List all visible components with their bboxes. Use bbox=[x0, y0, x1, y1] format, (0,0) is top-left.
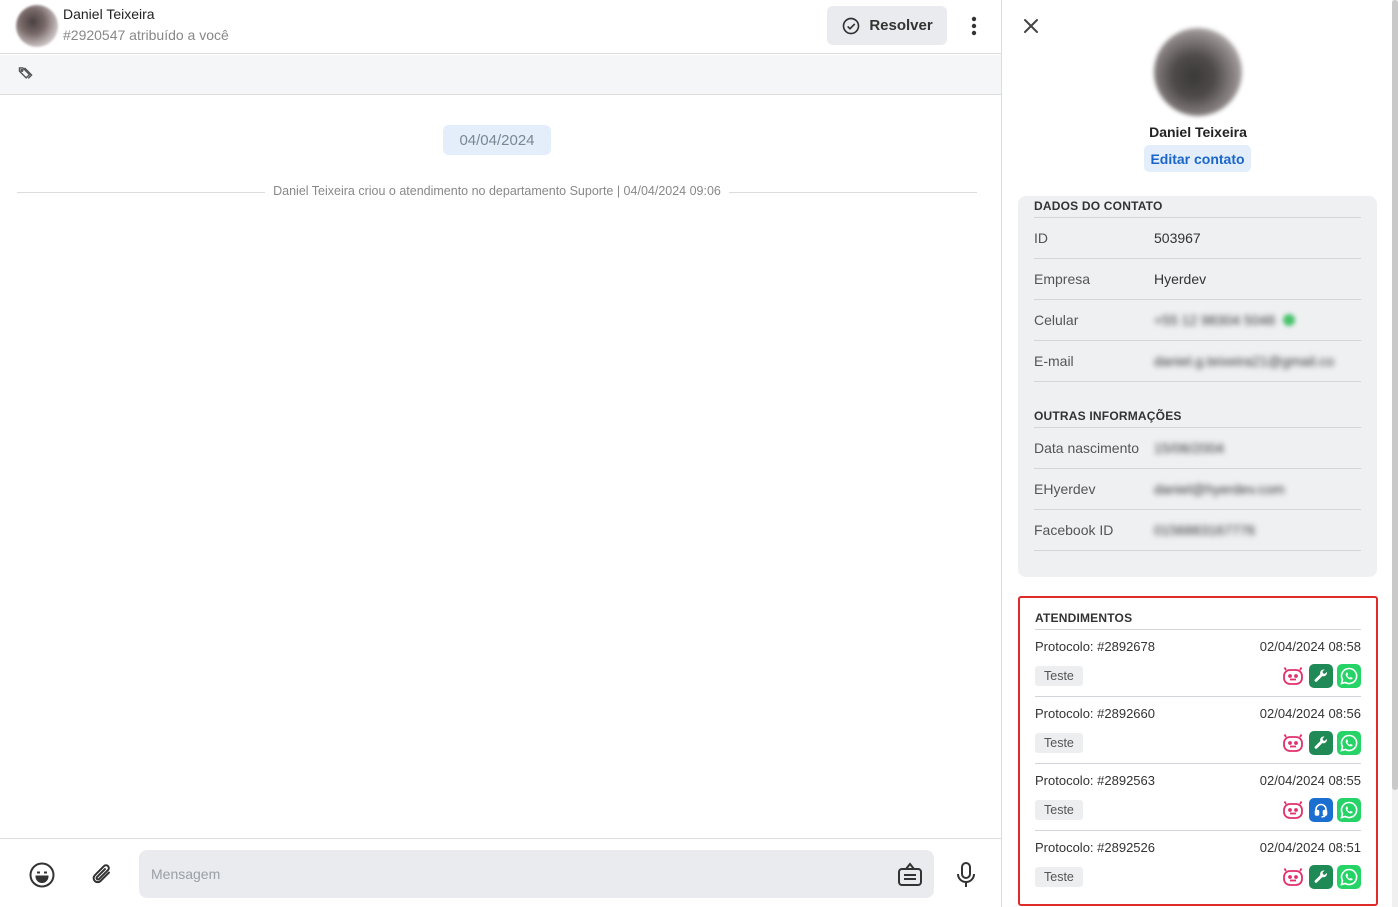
headset-icon bbox=[1309, 798, 1333, 822]
department-badge: Teste bbox=[1035, 733, 1083, 753]
atendimento-item[interactable]: Protocolo: #2892526 02/04/2024 08:51 Tes… bbox=[1035, 831, 1361, 898]
detail-row-facebook-id: Facebook ID 0156883167776 bbox=[1034, 510, 1361, 551]
message-list: 04/04/2024 Daniel Teixeira criou o atend… bbox=[0, 96, 1001, 838]
message-input[interactable] bbox=[139, 850, 934, 898]
detail-label: EHyerdev bbox=[1034, 481, 1096, 497]
contact-name: Daniel Teixeira bbox=[63, 6, 155, 22]
atendimentos-section: ATENDIMENTOS Protocolo: #2892678 02/04/2… bbox=[1018, 596, 1378, 906]
atendimento-icons bbox=[1281, 798, 1361, 822]
panel-scrollbar[interactable] bbox=[1392, 0, 1398, 907]
section-title-atendimentos: ATENDIMENTOS bbox=[1035, 598, 1361, 630]
tags-bar bbox=[0, 55, 1001, 95]
edit-contact-button[interactable]: Editar contato bbox=[1144, 145, 1251, 172]
detail-value-obscured: +55 12 98304 5048 bbox=[1154, 312, 1276, 328]
ticket-assignment: #2920547 atribuído a você bbox=[63, 27, 229, 43]
detail-row-email: E-mail daniel.g.teixeira21@gmail.co bbox=[1034, 341, 1361, 382]
close-icon[interactable] bbox=[1021, 16, 1041, 36]
atendimento-icons bbox=[1281, 664, 1361, 688]
detail-value: Hyerdev bbox=[1154, 271, 1207, 287]
wrench-icon bbox=[1309, 731, 1333, 755]
contact-avatar[interactable] bbox=[16, 5, 58, 47]
emoji-icon[interactable] bbox=[28, 861, 56, 889]
composer bbox=[0, 838, 1001, 907]
section-title-dados: DADOS DO CONTATO bbox=[1034, 196, 1361, 218]
department-badge: Teste bbox=[1035, 800, 1083, 820]
system-message-text: Daniel Teixeira criou o atendimento no d… bbox=[265, 184, 729, 198]
bot-icon bbox=[1281, 798, 1305, 822]
detail-value-obscured: 15/06/2004 bbox=[1154, 440, 1225, 456]
atendimento-item[interactable]: Protocolo: #2892563 02/04/2024 08:55 Tes… bbox=[1035, 764, 1361, 831]
protocol-number: Protocolo: #2892678 bbox=[1035, 639, 1155, 654]
detail-label: Data nascimento bbox=[1034, 440, 1140, 456]
whatsapp-icon bbox=[1337, 664, 1361, 688]
detail-label: E-mail bbox=[1034, 353, 1074, 369]
section-title-outras: OUTRAS INFORMAÇÕES bbox=[1034, 406, 1361, 428]
contact-name-large: Daniel Teixeira bbox=[1149, 124, 1247, 140]
protocol-number: Protocolo: #2892660 bbox=[1035, 706, 1155, 721]
resolve-label: Resolver bbox=[869, 17, 933, 34]
detail-row-celular: Celular +55 12 98304 5048 bbox=[1034, 300, 1361, 341]
atendimento-icons bbox=[1281, 865, 1361, 889]
detail-row-birthdate: Data nascimento 15/06/2004 bbox=[1034, 428, 1361, 469]
atendimento-datetime: 02/04/2024 08:55 bbox=[1259, 773, 1361, 788]
detail-value-obscured: daniel@hyerdev.com bbox=[1154, 481, 1285, 497]
detail-row-empresa: Empresa Hyerdev bbox=[1034, 259, 1361, 300]
detail-row-id: ID 503967 bbox=[1034, 218, 1361, 259]
contact-panel: Daniel Teixeira Editar contato DADOS DO … bbox=[1002, 0, 1390, 907]
department-badge: Teste bbox=[1035, 867, 1083, 887]
atendimento-item[interactable]: Protocolo: #2892678 02/04/2024 08:58 Tes… bbox=[1035, 630, 1361, 697]
chat-header: Daniel Teixeira #2920547 atribuído a voc… bbox=[0, 0, 1001, 54]
date-chip: 04/04/2024 bbox=[443, 125, 551, 155]
detail-label: Empresa bbox=[1034, 271, 1091, 287]
attachment-icon[interactable] bbox=[89, 861, 117, 889]
quick-reply-template-icon[interactable] bbox=[896, 861, 924, 889]
wrench-icon bbox=[1309, 664, 1333, 688]
atendimento-datetime: 02/04/2024 08:56 bbox=[1259, 706, 1361, 721]
whatsapp-icon bbox=[1337, 798, 1361, 822]
microphone-icon[interactable] bbox=[953, 861, 979, 889]
detail-row-ehyerdev: EHyerdev daniel@hyerdev.com bbox=[1034, 469, 1361, 510]
chat-pane: Daniel Teixeira #2920547 atribuído a voc… bbox=[0, 0, 1002, 907]
detail-label: Facebook ID bbox=[1034, 522, 1114, 538]
atendimento-icons bbox=[1281, 731, 1361, 755]
bot-icon bbox=[1281, 731, 1305, 755]
contact-details-card: DADOS DO CONTATO ID 503967 Empresa Hyerd… bbox=[1018, 196, 1377, 577]
detail-label: Celular bbox=[1034, 312, 1079, 328]
wrench-icon bbox=[1309, 865, 1333, 889]
system-message: Daniel Teixeira criou o atendimento no d… bbox=[0, 184, 994, 198]
whatsapp-status-icon bbox=[1283, 314, 1296, 326]
resolve-button[interactable]: Resolver bbox=[827, 6, 947, 45]
detail-value: 503967 bbox=[1154, 230, 1201, 246]
atendimento-datetime: 02/04/2024 08:51 bbox=[1259, 840, 1361, 855]
bot-icon bbox=[1281, 664, 1305, 688]
bot-icon bbox=[1281, 865, 1305, 889]
detail-value-obscured: 0156883167776 bbox=[1154, 522, 1256, 538]
whatsapp-icon bbox=[1337, 731, 1361, 755]
check-circle-icon bbox=[842, 17, 860, 34]
department-badge: Teste bbox=[1035, 666, 1083, 686]
protocol-number: Protocolo: #2892563 bbox=[1035, 773, 1155, 788]
detail-label: ID bbox=[1034, 230, 1048, 246]
atendimento-datetime: 02/04/2024 08:58 bbox=[1259, 639, 1361, 654]
contact-avatar-large bbox=[1154, 28, 1242, 116]
more-options-icon[interactable] bbox=[962, 14, 986, 38]
protocol-number: Protocolo: #2892526 bbox=[1035, 840, 1155, 855]
detail-value-obscured: daniel.g.teixeira21@gmail.co bbox=[1154, 353, 1334, 369]
tags-icon[interactable] bbox=[17, 65, 37, 85]
whatsapp-icon bbox=[1337, 865, 1361, 889]
atendimento-item[interactable]: Protocolo: #2892660 02/04/2024 08:56 Tes… bbox=[1035, 697, 1361, 764]
scrollbar-thumb[interactable] bbox=[1392, 0, 1398, 790]
